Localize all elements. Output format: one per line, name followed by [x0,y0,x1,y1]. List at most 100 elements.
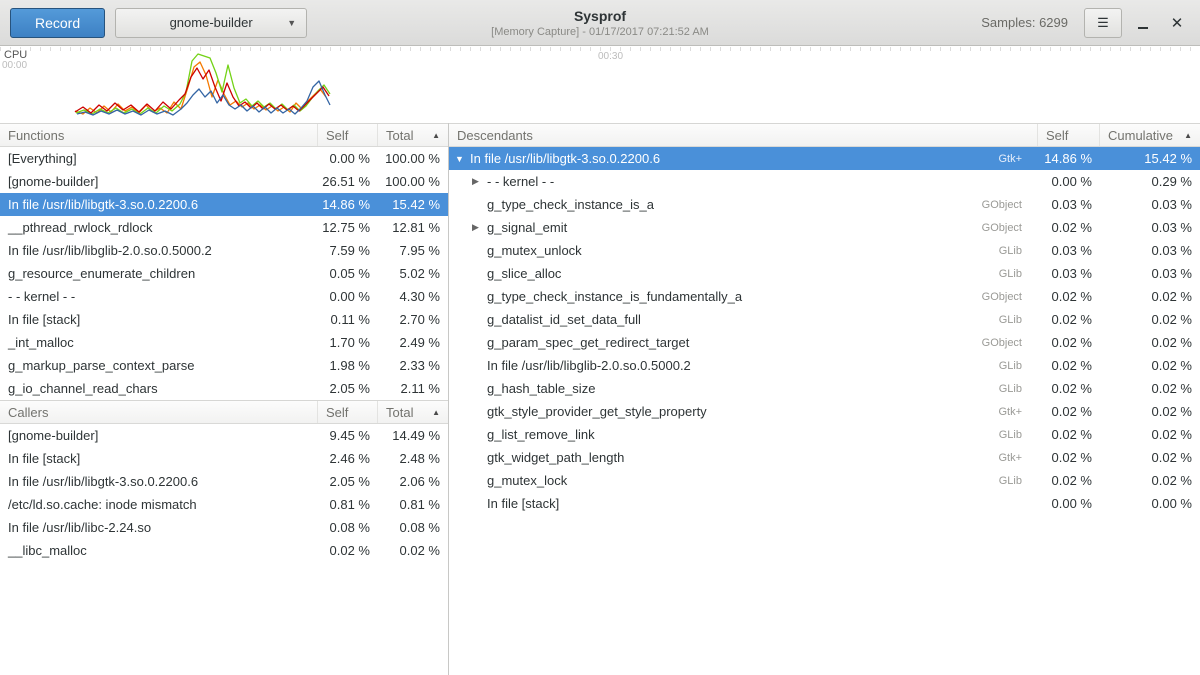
left-pane-filler [0,562,448,675]
cell-function-name: In file /usr/lib/libgtk-3.so.0.2200.6 [0,197,318,212]
descendant-row[interactable]: g_type_check_instance_is_fundamentally_a… [449,285,1200,308]
cell-descendant-name: In file /usr/lib/libglib-2.0.so.0.5000.2… [449,358,1038,373]
column-header-self[interactable]: Self [318,401,378,423]
descendant-row[interactable]: g_datalist_id_set_data_fullGLib0.02 %0.0… [449,308,1200,331]
column-header-total[interactable]: Total ▲ [378,124,448,146]
function-row[interactable]: [Everything]0.00 %100.00 % [0,147,448,170]
cell-self-percent: 0.08 % [318,520,378,535]
cell-cumulative-percent: 0.02 % [1100,404,1200,419]
cell-total-percent: 2.06 % [378,474,448,489]
descendants-table-header: Descendants Self Cumulative ▲ [449,123,1200,147]
function-row[interactable]: g_resource_enumerate_children0.05 %5.02 … [0,262,448,285]
process-selector[interactable]: gnome-builder ▼ [115,8,307,38]
caller-row[interactable]: In file /usr/lib/libc-2.24.so0.08 %0.08 … [0,516,448,539]
cell-function-name: [Everything] [0,151,318,166]
collapse-expander-icon[interactable]: ▼ [455,154,470,164]
descendant-row[interactable]: In file [stack]0.00 %0.00 % [449,492,1200,515]
cell-self-percent: 0.03 % [1038,197,1100,212]
menu-button[interactable]: ☰ [1084,8,1122,38]
cell-cumulative-percent: 0.02 % [1100,358,1200,373]
cell-function-name: In file /usr/lib/libgtk-3.so.0.2200.6 [0,474,318,489]
sort-indicator-icon: ▲ [432,131,440,140]
descendant-row[interactable]: gtk_style_provider_get_style_propertyGtk… [449,400,1200,423]
descendant-row[interactable]: ▶g_signal_emitGObject0.02 %0.03 % [449,216,1200,239]
caller-row[interactable]: In file [stack]2.46 %2.48 % [0,447,448,470]
cell-function-name: g_io_channel_read_chars [0,381,318,396]
column-header-cumulative[interactable]: Cumulative ▲ [1100,124,1200,146]
column-header-callers[interactable]: Callers [0,401,318,423]
function-row[interactable]: g_io_channel_read_chars2.05 %2.11 % [0,377,448,400]
cell-total-percent: 0.08 % [378,520,448,535]
descendant-row[interactable]: g_mutex_lockGLib0.02 %0.02 % [449,469,1200,492]
caller-row[interactable]: __libc_malloc0.02 %0.02 % [0,539,448,562]
descendant-row[interactable]: g_list_remove_linkGLib0.02 %0.02 % [449,423,1200,446]
page-subtitle: [Memory Capture] - 01/17/2017 07:21:52 A… [491,26,709,38]
cell-cumulative-percent: 0.03 % [1100,266,1200,281]
descendant-row[interactable]: g_type_check_instance_is_aGObject0.03 %0… [449,193,1200,216]
descendant-row[interactable]: g_hash_table_sizeGLib0.02 %0.02 % [449,377,1200,400]
caller-row[interactable]: /etc/ld.so.cache: inode mismatch0.81 %0.… [0,493,448,516]
cell-descendant-name: g_type_check_instance_is_a GObject [449,197,1038,212]
descendant-label: g_type_check_instance_is_a [487,197,654,212]
cell-self-percent: 0.00 % [1038,496,1100,511]
cell-self-percent: 0.02 % [1038,404,1100,419]
expand-expander-icon[interactable]: ▶ [472,176,487,187]
cell-self-percent: 0.81 % [318,497,378,512]
cell-cumulative-percent: 0.29 % [1100,174,1200,189]
function-row[interactable]: - - kernel - -0.00 %4.30 % [0,285,448,308]
column-header-total[interactable]: Total ▲ [378,401,448,423]
column-header-descendants[interactable]: Descendants [449,124,1038,146]
function-row[interactable]: g_markup_parse_context_parse1.98 %2.33 % [0,354,448,377]
descendant-label: g_slice_alloc [487,266,561,281]
main-content: Functions Self Total ▲ [Everything]0.00 … [0,123,1200,675]
descendant-row[interactable]: g_mutex_unlockGLib0.03 %0.03 % [449,239,1200,262]
function-row[interactable]: [gnome-builder]26.51 %100.00 % [0,170,448,193]
descendant-row[interactable]: ▼In file /usr/lib/libgtk-3.so.0.2200.6Gt… [449,147,1200,170]
close-button[interactable]: ✕ [1164,10,1190,36]
cell-self-percent: 7.59 % [318,243,378,258]
descendant-row[interactable]: In file /usr/lib/libglib-2.0.so.0.5000.2… [449,354,1200,377]
descendant-row[interactable]: gtk_widget_path_lengthGtk+0.02 %0.02 % [449,446,1200,469]
cell-self-percent: 2.05 % [318,381,378,396]
cell-cumulative-percent: 0.02 % [1100,289,1200,304]
column-header-self[interactable]: Self [1038,124,1100,146]
cell-self-percent: 0.03 % [1038,266,1100,281]
cell-self-percent: 1.70 % [318,335,378,350]
functions-table-body: [Everything]0.00 %100.00 %[gnome-builder… [0,147,448,400]
cell-total-percent: 15.42 % [378,197,448,212]
chevron-down-icon: ▼ [287,18,296,28]
library-badge: Gtk+ [988,406,1030,418]
cpu-timeline-graph[interactable]: CPU 00:00 00:30 [0,47,1200,123]
cell-cumulative-percent: 0.03 % [1100,220,1200,235]
cell-self-percent: 14.86 % [318,197,378,212]
cell-total-percent: 5.02 % [378,266,448,281]
library-badge: GObject [972,199,1030,211]
cell-descendant-name: In file [stack] [449,496,1038,511]
cell-descendant-name: ▶- - kernel - - [449,174,1038,189]
function-row[interactable]: In file /usr/lib/libglib-2.0.so.0.5000.2… [0,239,448,262]
library-badge: Gtk+ [988,452,1030,464]
expand-expander-icon[interactable]: ▶ [472,222,487,233]
cell-descendant-name: ▶g_signal_emitGObject [449,220,1038,235]
minimize-button[interactable] [1130,10,1156,36]
function-row[interactable]: _int_malloc1.70 %2.49 % [0,331,448,354]
function-row[interactable]: In file /usr/lib/libgtk-3.so.0.2200.614.… [0,193,448,216]
descendant-row[interactable]: ▶- - kernel - -0.00 %0.29 % [449,170,1200,193]
function-row[interactable]: __pthread_rwlock_rdlock12.75 %12.81 % [0,216,448,239]
caller-row[interactable]: In file /usr/lib/libgtk-3.so.0.2200.62.0… [0,470,448,493]
cell-descendant-name: g_slice_allocGLib [449,266,1038,281]
cell-self-percent: 2.46 % [318,451,378,466]
cell-self-percent: 2.05 % [318,474,378,489]
window-title-area: Sysprof [Memory Capture] - 01/17/2017 07… [320,0,880,46]
record-button[interactable]: Record [10,8,105,38]
descendant-row[interactable]: g_slice_allocGLib0.03 %0.03 % [449,262,1200,285]
caller-row[interactable]: [gnome-builder]9.45 %14.49 % [0,424,448,447]
left-pane: Functions Self Total ▲ [Everything]0.00 … [0,123,449,675]
cell-total-percent: 2.49 % [378,335,448,350]
descendant-row[interactable]: g_param_spec_get_redirect_targetGObject0… [449,331,1200,354]
column-header-functions[interactable]: Functions [0,124,318,146]
column-header-self[interactable]: Self [318,124,378,146]
callers-table-header: Callers Self Total ▲ [0,400,448,424]
function-row[interactable]: In file [stack]0.11 %2.70 % [0,308,448,331]
cell-self-percent: 1.98 % [318,358,378,373]
